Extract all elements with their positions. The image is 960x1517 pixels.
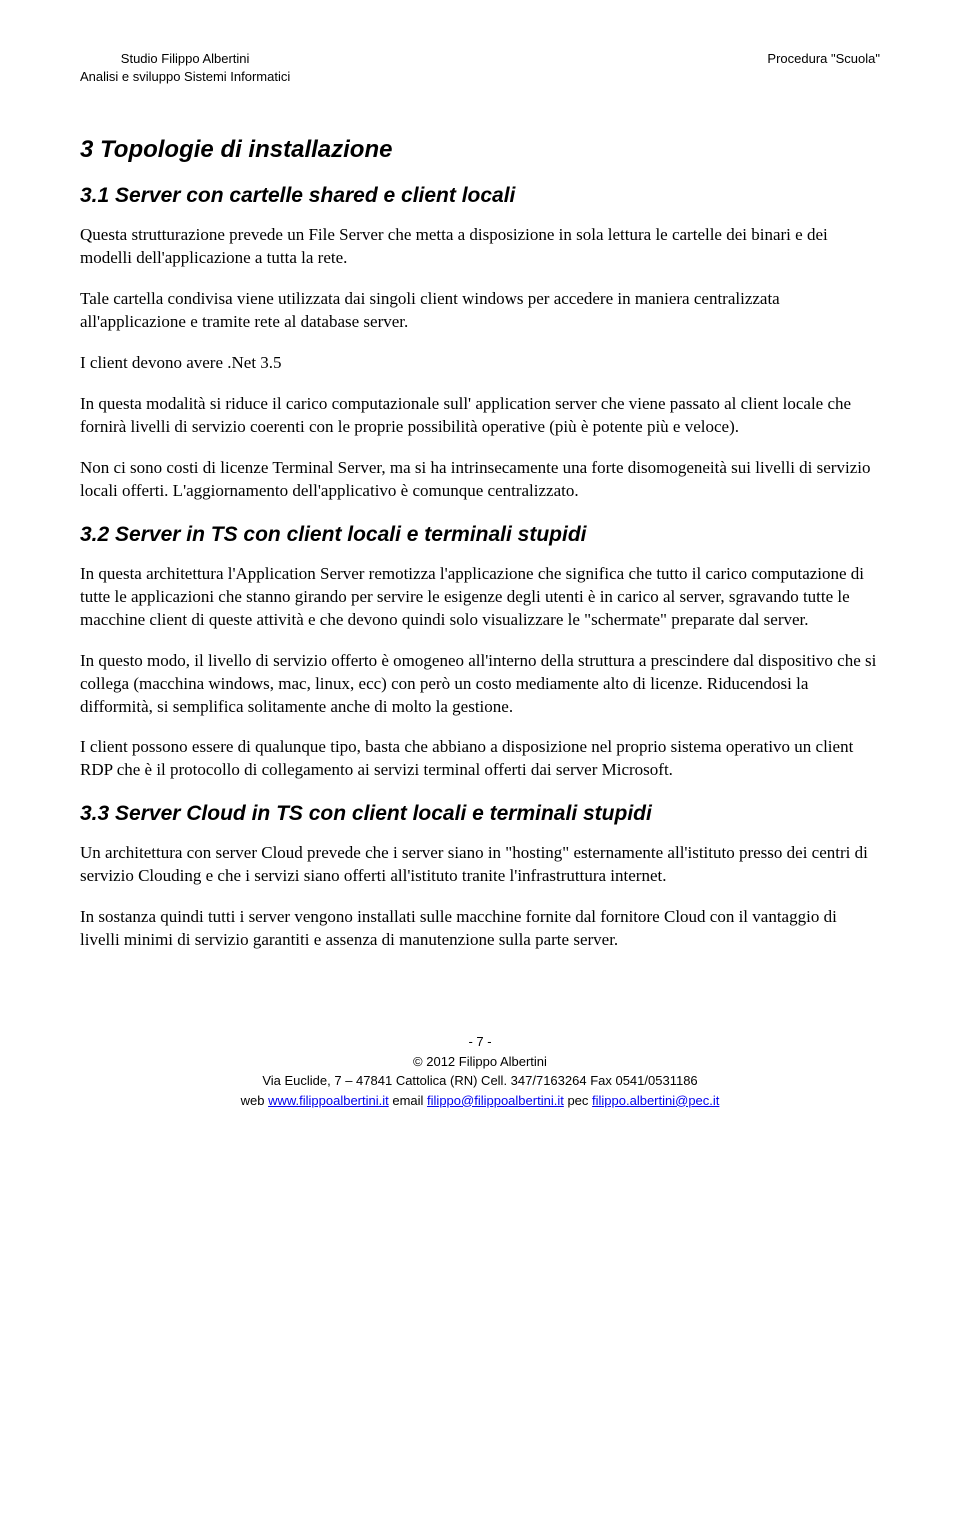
footer-copyright: © 2012 Filippo Albertini bbox=[80, 1052, 880, 1072]
paragraph: In questa modalità si riduce il carico c… bbox=[80, 393, 880, 439]
footer-email-link[interactable]: filippo@filippoalbertini.it bbox=[427, 1093, 564, 1108]
paragraph: Questa strutturazione prevede un File Se… bbox=[80, 224, 880, 270]
footer-pec-link[interactable]: filippo.albertini@pec.it bbox=[592, 1093, 719, 1108]
footer-email-prefix: email bbox=[389, 1093, 427, 1108]
footer-links: web www.filippoalbertini.it email filipp… bbox=[80, 1091, 880, 1111]
header-right: Procedura "Scuola" bbox=[767, 50, 880, 86]
paragraph: Non ci sono costi di licenze Terminal Se… bbox=[80, 457, 880, 503]
footer-web-link[interactable]: www.filippoalbertini.it bbox=[268, 1093, 389, 1108]
page-header: Studio Filippo Albertini Analisi e svilu… bbox=[80, 50, 880, 86]
heading-3-2: 3.2 Server in TS con client locali e ter… bbox=[80, 523, 880, 547]
heading-3-1: 3.1 Server con cartelle shared e client … bbox=[80, 184, 880, 208]
document-page: Studio Filippo Albertini Analisi e svilu… bbox=[0, 0, 960, 1150]
heading-topologie: 3 Topologie di installazione bbox=[80, 136, 880, 164]
paragraph: In sostanza quindi tutti i server vengon… bbox=[80, 906, 880, 952]
header-procedure: Procedura "Scuola" bbox=[767, 50, 880, 68]
heading-3-3: 3.3 Server Cloud in TS con client locali… bbox=[80, 802, 880, 826]
paragraph: In questa architettura l'Application Ser… bbox=[80, 563, 880, 632]
footer-web-prefix: web bbox=[241, 1093, 268, 1108]
paragraph: In questo modo, il livello di servizio o… bbox=[80, 650, 880, 719]
paragraph: Un architettura con server Cloud prevede… bbox=[80, 842, 880, 888]
header-left: Studio Filippo Albertini Analisi e svilu… bbox=[80, 50, 290, 86]
footer-pec-prefix: pec bbox=[564, 1093, 592, 1108]
paragraph: I client possono essere di qualunque tip… bbox=[80, 736, 880, 782]
footer-address: Via Euclide, 7 – 47841 Cattolica (RN) Ce… bbox=[80, 1071, 880, 1091]
paragraph: I client devono avere .Net 3.5 bbox=[80, 352, 880, 375]
paragraph: Tale cartella condivisa viene utilizzata… bbox=[80, 288, 880, 334]
page-footer: - 7 - © 2012 Filippo Albertini Via Eucli… bbox=[80, 1032, 880, 1110]
header-studio-subtitle: Analisi e sviluppo Sistemi Informatici bbox=[80, 68, 290, 86]
footer-page-number: - 7 - bbox=[80, 1032, 880, 1052]
header-studio-name: Studio Filippo Albertini bbox=[80, 50, 290, 68]
